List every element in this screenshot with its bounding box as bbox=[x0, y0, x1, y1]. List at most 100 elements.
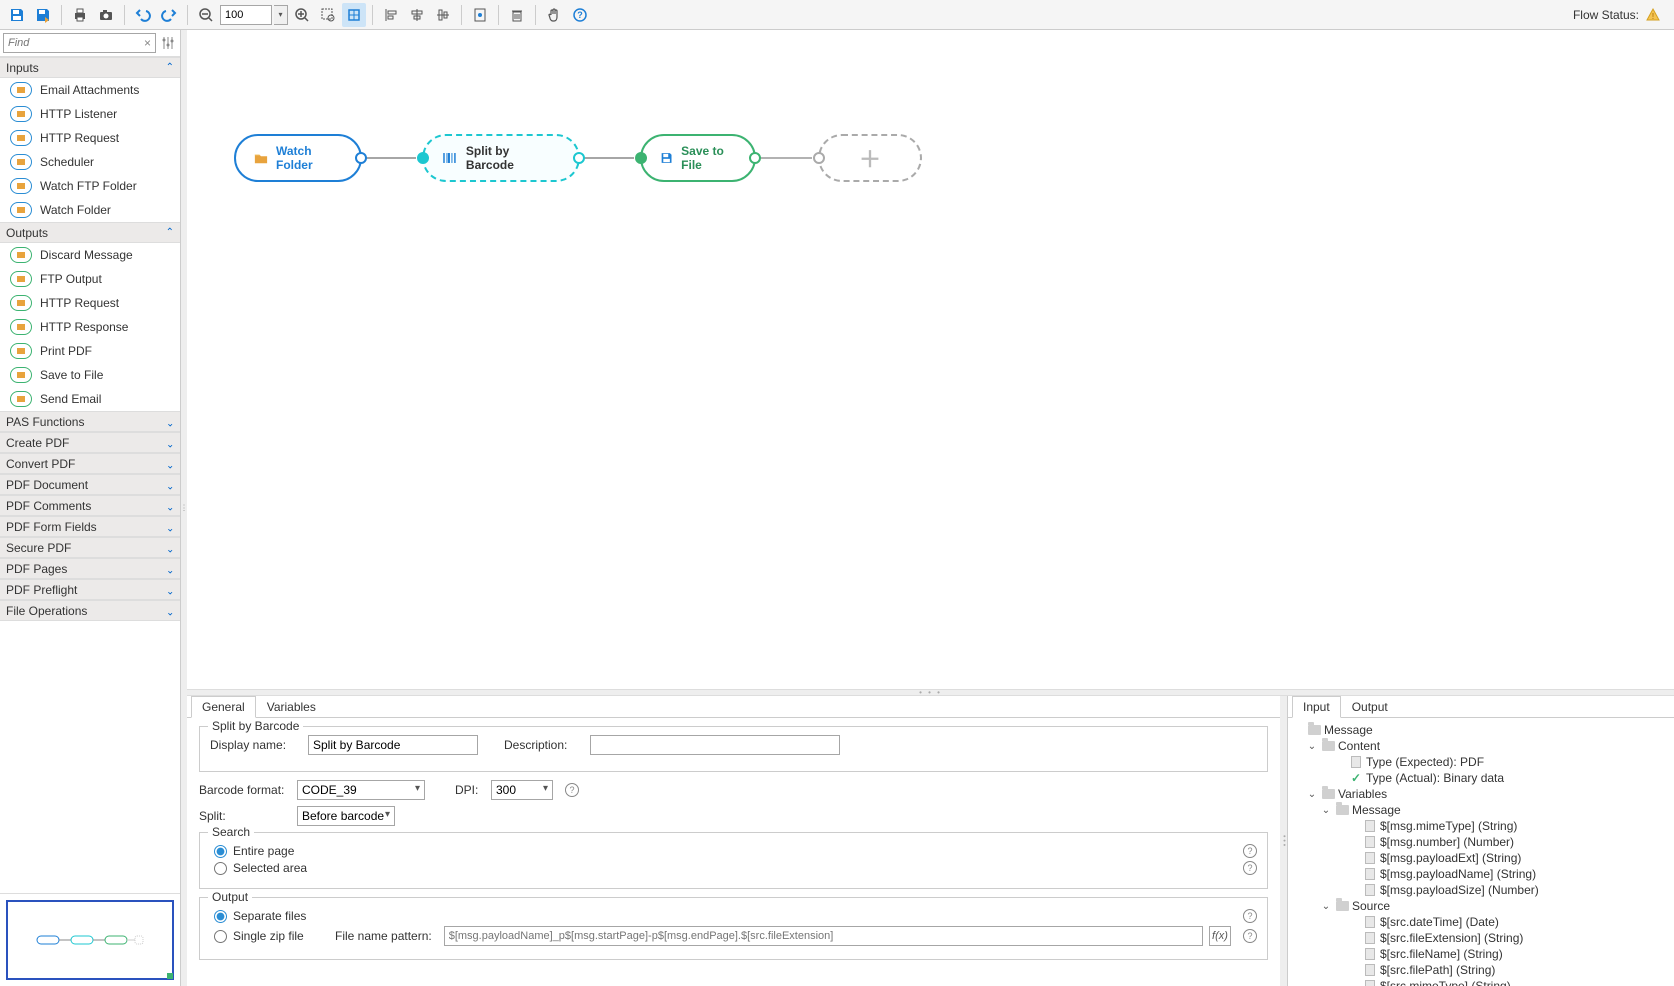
tree-source[interactable]: ⌄Source bbox=[1292, 898, 1670, 914]
tab-general[interactable]: General bbox=[191, 696, 256, 718]
zoom-out-icon[interactable] bbox=[194, 3, 218, 27]
description-input[interactable] bbox=[590, 735, 840, 755]
tree-leaf[interactable]: $[msg.payloadExt] (String) bbox=[1292, 850, 1670, 866]
palette-item[interactable]: HTTP Request bbox=[0, 291, 180, 315]
category-collapsed[interactable]: PDF Preflight⌃ bbox=[0, 579, 180, 600]
save-as-icon[interactable] bbox=[31, 3, 55, 27]
palette-item[interactable]: Save to File bbox=[0, 363, 180, 387]
zoom-selection-icon[interactable] bbox=[316, 3, 340, 27]
tree-leaf[interactable]: Type (Expected): PDF bbox=[1292, 754, 1670, 770]
align-v-icon[interactable] bbox=[431, 3, 455, 27]
tree-leaf[interactable]: $[msg.mimeType] (String) bbox=[1292, 818, 1670, 834]
help-icon[interactable]: ? bbox=[1243, 844, 1257, 858]
category-collapsed[interactable]: PDF Pages⌃ bbox=[0, 558, 180, 579]
search-entire-radio[interactable] bbox=[214, 845, 227, 858]
screenshot-icon[interactable] bbox=[94, 3, 118, 27]
category-collapsed[interactable]: File Operations⌃ bbox=[0, 600, 180, 621]
palette-item[interactable]: HTTP Request bbox=[0, 126, 180, 150]
dpi-select[interactable] bbox=[491, 780, 553, 800]
delete-icon[interactable] bbox=[505, 3, 529, 27]
hand-icon[interactable] bbox=[542, 3, 566, 27]
tree-leaf[interactable]: $[src.fileExtension] (String) bbox=[1292, 930, 1670, 946]
twisty-icon[interactable]: ⌄ bbox=[1306, 789, 1318, 800]
palette-item[interactable]: FTP Output bbox=[0, 267, 180, 291]
palette-item[interactable]: Scheduler bbox=[0, 150, 180, 174]
node-watch-folder[interactable]: Watch Folder bbox=[234, 134, 362, 182]
category-collapsed[interactable]: PDF Comments⌃ bbox=[0, 495, 180, 516]
tree-leaf[interactable]: $[msg.payloadSize] (Number) bbox=[1292, 882, 1670, 898]
help-icon[interactable]: ? bbox=[568, 3, 592, 27]
tree-leaf[interactable]: $[msg.payloadName] (String) bbox=[1292, 866, 1670, 882]
flow-canvas[interactable]: Watch Folder Split by Barcode Save to Fi… bbox=[187, 30, 1674, 689]
input-port[interactable] bbox=[635, 152, 647, 164]
category-collapsed[interactable]: Secure PDF⌃ bbox=[0, 537, 180, 558]
filename-pattern-input[interactable] bbox=[444, 926, 1203, 946]
help-icon[interactable]: ? bbox=[1243, 929, 1257, 943]
category-collapsed[interactable]: PDF Document⌃ bbox=[0, 474, 180, 495]
redo-icon[interactable] bbox=[157, 3, 181, 27]
zoom-dropdown-icon[interactable]: ▾ bbox=[274, 5, 288, 25]
align-h-icon[interactable] bbox=[405, 3, 429, 27]
tree-leaf[interactable]: $[src.fileName] (String) bbox=[1292, 946, 1670, 962]
display-name-input[interactable] bbox=[308, 735, 478, 755]
zoom-input[interactable] bbox=[220, 5, 272, 25]
palette-item[interactable]: Watch FTP Folder bbox=[0, 174, 180, 198]
category-outputs[interactable]: Outputs ⌃ bbox=[0, 222, 180, 243]
tree-leaf[interactable]: $[src.mimeType] (String) bbox=[1292, 978, 1670, 986]
save-icon[interactable] bbox=[5, 3, 29, 27]
category-collapsed[interactable]: PAS Functions⌃ bbox=[0, 411, 180, 432]
category-collapsed[interactable]: Create PDF⌃ bbox=[0, 432, 180, 453]
tab-variables[interactable]: Variables bbox=[256, 696, 327, 718]
twisty-icon[interactable]: ⌄ bbox=[1320, 901, 1332, 912]
tree-message[interactable]: Message bbox=[1292, 722, 1670, 738]
input-port[interactable] bbox=[417, 152, 429, 164]
tree-content[interactable]: ⌄Content bbox=[1292, 738, 1670, 754]
palette-item[interactable]: Email Attachments bbox=[0, 78, 180, 102]
search-area-radio[interactable] bbox=[214, 862, 227, 875]
output-separate-radio[interactable] bbox=[214, 910, 227, 923]
category-collapsed[interactable]: Convert PDF⌃ bbox=[0, 453, 180, 474]
tab-output[interactable]: Output bbox=[1341, 696, 1399, 718]
help-icon[interactable]: ? bbox=[565, 783, 579, 797]
fx-button[interactable]: f(x) bbox=[1209, 926, 1231, 946]
horizontal-splitter[interactable]: • • • bbox=[187, 689, 1674, 696]
tree-message-vars[interactable]: ⌄Message bbox=[1292, 802, 1670, 818]
align-left-icon[interactable] bbox=[379, 3, 403, 27]
palette-item[interactable]: Print PDF bbox=[0, 339, 180, 363]
find-settings-icon[interactable] bbox=[159, 33, 177, 53]
barcode-format-select[interactable] bbox=[297, 780, 425, 800]
overview-thumbnail[interactable] bbox=[6, 900, 174, 980]
tab-input[interactable]: Input bbox=[1292, 696, 1341, 718]
output-port[interactable] bbox=[573, 152, 585, 164]
node-save-file[interactable]: Save to File bbox=[640, 134, 756, 182]
help-icon[interactable]: ? bbox=[1243, 861, 1257, 875]
help-icon[interactable]: ? bbox=[1243, 909, 1257, 923]
output-port[interactable] bbox=[749, 152, 761, 164]
tree-leaf[interactable]: $[src.dateTime] (Date) bbox=[1292, 914, 1670, 930]
tree-leaf[interactable]: ✓Type (Actual): Binary data bbox=[1292, 770, 1670, 786]
twisty-icon[interactable]: ⌄ bbox=[1306, 741, 1318, 752]
input-port[interactable] bbox=[813, 152, 825, 164]
tree-variables[interactable]: ⌄Variables bbox=[1292, 786, 1670, 802]
palette-item[interactable]: HTTP Response bbox=[0, 315, 180, 339]
zoom-in-icon[interactable] bbox=[290, 3, 314, 27]
output-port[interactable] bbox=[355, 152, 367, 164]
palette-item[interactable]: Send Email bbox=[0, 387, 180, 411]
split-mode-select[interactable] bbox=[297, 806, 395, 826]
category-collapsed[interactable]: PDF Form Fields⌃ bbox=[0, 516, 180, 537]
find-input[interactable] bbox=[3, 33, 156, 53]
tree-leaf[interactable]: $[src.filePath] (String) bbox=[1292, 962, 1670, 978]
node-placeholder[interactable]: ＋ bbox=[818, 134, 922, 182]
palette-item[interactable]: Discard Message bbox=[0, 243, 180, 267]
print-icon[interactable] bbox=[68, 3, 92, 27]
node-split-barcode[interactable]: Split by Barcode bbox=[422, 134, 580, 182]
fit-page-icon[interactable] bbox=[342, 3, 366, 27]
undo-icon[interactable] bbox=[131, 3, 155, 27]
toggle-icon[interactable] bbox=[468, 3, 492, 27]
twisty-icon[interactable]: ⌄ bbox=[1320, 805, 1332, 816]
output-zip-radio[interactable] bbox=[214, 930, 227, 943]
category-inputs[interactable]: Inputs ⌃ bbox=[0, 57, 180, 78]
vertical-splitter-2[interactable]: • • • bbox=[1280, 696, 1287, 986]
palette-item[interactable]: HTTP Listener bbox=[0, 102, 180, 126]
tree-leaf[interactable]: $[msg.number] (Number) bbox=[1292, 834, 1670, 850]
